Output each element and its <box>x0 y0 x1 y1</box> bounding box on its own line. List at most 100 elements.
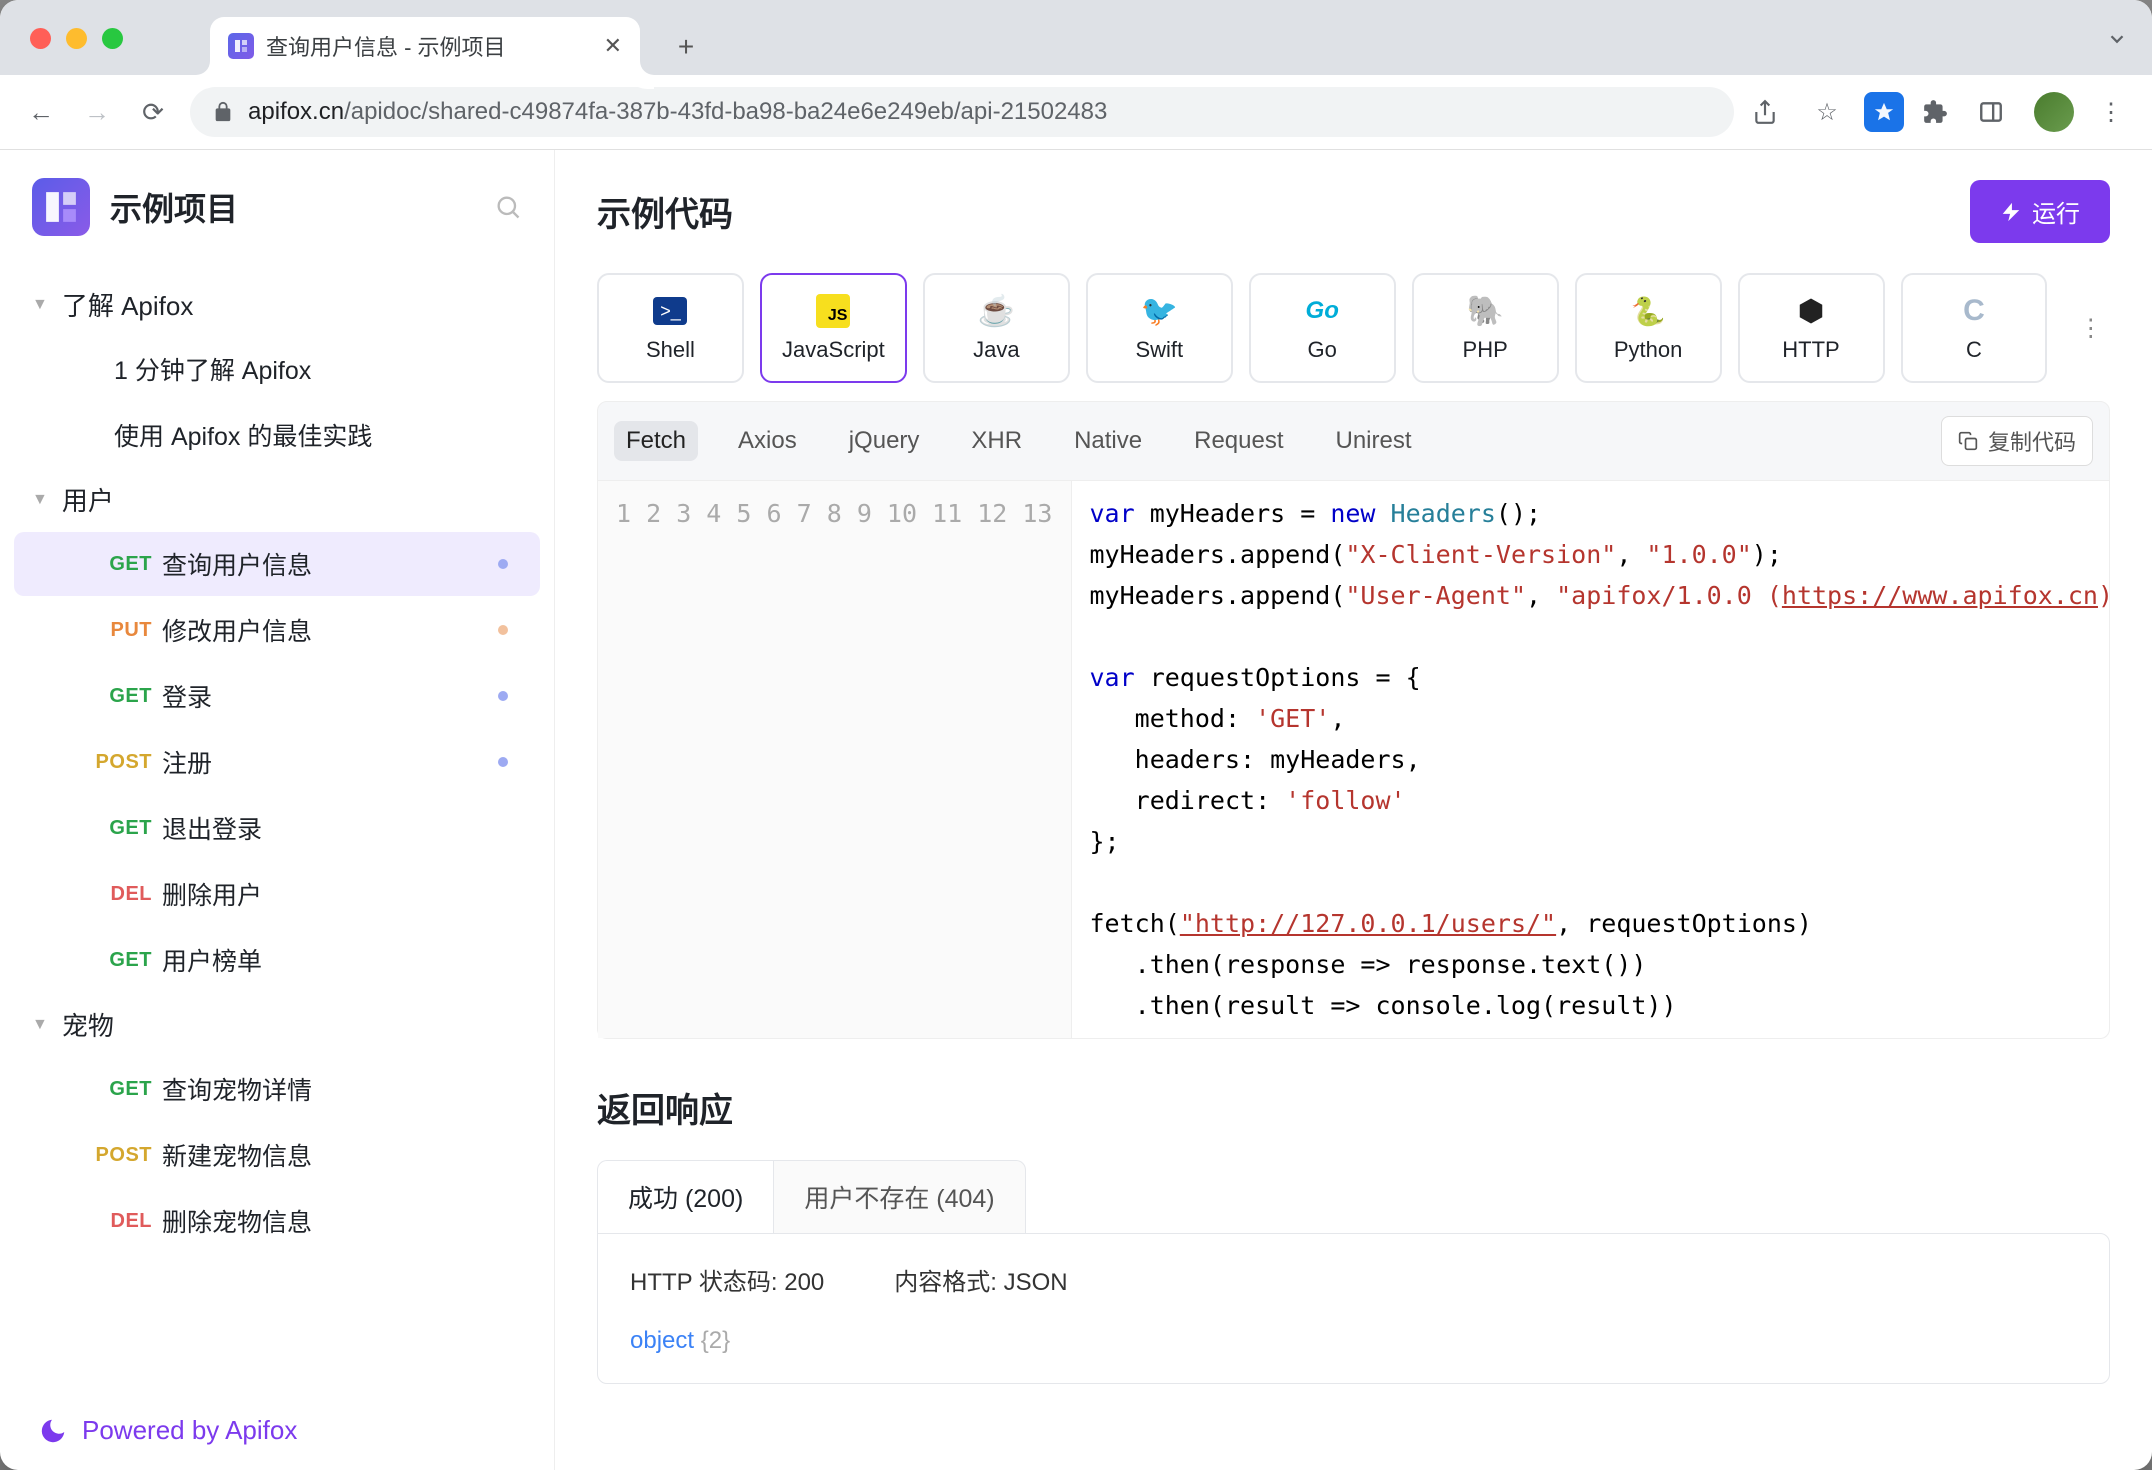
forward-button[interactable]: → <box>78 97 116 128</box>
lang-icon: >_ <box>652 293 688 329</box>
profile-avatar[interactable] <box>2034 92 2074 132</box>
api-item[interactable]: GET退出登录 <box>14 796 540 860</box>
group-label: 了解 Apifox <box>62 286 194 323</box>
lang-javascript[interactable]: JS JavaScript <box>760 273 907 383</box>
run-button[interactable]: 运行 <box>1970 180 2110 243</box>
code-sample: 1 2 3 4 5 6 7 8 9 10 11 12 13 var myHead… <box>597 481 2110 1039</box>
lang-label: Shell <box>646 337 695 363</box>
browser-menu-icon[interactable]: ⋮ <box>2092 98 2130 127</box>
tree-group[interactable]: ▼宠物 <box>0 994 554 1055</box>
lib-tab-jquery[interactable]: jQuery <box>837 421 932 461</box>
response-tab[interactable]: 用户不存在 (404) <box>774 1160 1025 1233</box>
close-tab-icon[interactable]: ✕ <box>604 33 622 59</box>
extension-apifox-icon[interactable] <box>1864 92 1904 132</box>
side-panel-icon[interactable] <box>1978 99 2016 125</box>
language-selector: >_ Shell JS JavaScript ☕ Java 🐦Swift Go Go 🐘PHP🐍P… <box>597 273 2110 383</box>
status-code: HTTP 状态码: 200 <box>630 1262 824 1297</box>
minimize-window[interactable] <box>66 28 87 49</box>
url-text: apifox.cn/apidoc/shared-c49874fa-387b-43… <box>248 98 1712 126</box>
item-label: 使用 Apifox 的最佳实践 <box>114 417 372 453</box>
lang-icon: Go <box>1304 293 1340 329</box>
item-label: 查询用户信息 <box>162 546 312 582</box>
favicon <box>228 33 254 59</box>
response-tabs: 成功 (200)用户不存在 (404) <box>597 1160 2110 1233</box>
response-body: HTTP 状态码: 200 内容格式: JSON object {2} <box>597 1233 2110 1384</box>
status-dot <box>498 757 508 767</box>
back-button[interactable]: ← <box>22 97 60 128</box>
library-tabs: Fetch Axios jQuery XHR Native Request Unirest 复… <box>597 401 2110 481</box>
lock-icon <box>212 101 234 123</box>
api-item[interactable]: GET登录 <box>14 664 540 728</box>
tab-title: 查询用户信息 - 示例项目 <box>266 30 506 62</box>
copy-code-button[interactable]: 复制代码 <box>1941 416 2093 466</box>
lang-icon: ☕ <box>978 293 1014 329</box>
code-content[interactable]: var myHeaders = new Headers(); myHeaders… <box>1072 481 2110 1038</box>
api-item[interactable]: GET用户榜单 <box>14 928 540 992</box>
doc-item[interactable]: 使用 Apifox 的最佳实践 <box>14 403 540 467</box>
lang-label: JavaScript <box>782 337 885 363</box>
maximize-window[interactable] <box>102 28 123 49</box>
lang-c[interactable]: CC <box>1901 273 2048 383</box>
lang-label: Go <box>1308 337 1337 363</box>
api-item[interactable]: POST注册 <box>14 730 540 794</box>
lib-tab-xhr[interactable]: XHR <box>959 421 1034 461</box>
lang-java[interactable]: ☕ Java <box>923 273 1070 383</box>
lib-tab-fetch[interactable]: Fetch <box>614 421 698 461</box>
share-icon[interactable] <box>1752 99 1790 125</box>
status-dot <box>498 691 508 701</box>
lang-label: Java <box>973 337 1019 363</box>
sidebar: 示例项目 ▼了解 Apifox1 分钟了解 Apifox使用 Apifox 的最… <box>0 150 555 1470</box>
api-item[interactable]: DEL删除宠物信息 <box>14 1189 540 1253</box>
address-bar[interactable]: apifox.cn/apidoc/shared-c49874fa-387b-43… <box>190 87 1734 137</box>
project-title: 示例项目 <box>110 184 474 230</box>
schema-root[interactable]: object {2} <box>630 1327 2077 1355</box>
bookmark-icon[interactable]: ☆ <box>1808 98 1846 127</box>
method-badge: GET <box>72 685 152 708</box>
lang-icon: 🐘 <box>1467 293 1503 329</box>
lib-tab-request[interactable]: Request <box>1182 421 1295 461</box>
lang-icon: JS <box>815 293 851 329</box>
lib-tab-axios[interactable]: Axios <box>726 421 809 461</box>
tree-group[interactable]: ▼了解 Apifox <box>0 274 554 335</box>
group-label: 用户 <box>62 481 114 518</box>
api-tree: ▼了解 Apifox1 分钟了解 Apifox使用 Apifox 的最佳实践▼用… <box>0 264 554 1391</box>
main-content: 示例代码 运行 >_ShellJSJavaScript☕Java🐦SwiftGo… <box>555 150 2152 1470</box>
lang-swift[interactable]: 🐦Swift <box>1086 273 1233 383</box>
api-item[interactable]: GET查询宠物详情 <box>14 1057 540 1121</box>
lib-tab-unirest[interactable]: Unirest <box>1324 421 1424 461</box>
lang-http[interactable]: HTTP <box>1738 273 1885 383</box>
lang-go[interactable]: Go Go <box>1249 273 1396 383</box>
tabs-menu-icon[interactable] <box>2106 28 2128 50</box>
powered-by-label: Powered by Apifox <box>82 1415 297 1446</box>
method-badge: GET <box>72 949 152 972</box>
more-languages-icon[interactable]: ⋮ <box>2071 314 2110 343</box>
status-dot <box>498 625 508 635</box>
browser-tab[interactable]: 查询用户信息 - 示例项目 ✕ <box>210 17 640 75</box>
lang-python[interactable]: 🐍Python <box>1575 273 1722 383</box>
powered-by-link[interactable]: Powered by Apifox <box>0 1391 554 1470</box>
item-label: 删除宠物信息 <box>162 1203 312 1239</box>
chevron-down-icon: ▼ <box>32 1016 48 1034</box>
lib-tab-native[interactable]: Native <box>1062 421 1154 461</box>
extensions-icon[interactable] <box>1922 99 1960 125</box>
lang-shell[interactable]: >_ Shell <box>597 273 744 383</box>
lang-php[interactable]: 🐘PHP <box>1412 273 1559 383</box>
lang-icon: 🐦 <box>1141 293 1177 329</box>
method-badge: GET <box>72 1078 152 1101</box>
status-dot <box>498 559 508 569</box>
line-numbers: 1 2 3 4 5 6 7 8 9 10 11 12 13 <box>598 481 1072 1038</box>
response-tab[interactable]: 成功 (200) <box>597 1160 774 1233</box>
api-item[interactable]: DEL删除用户 <box>14 862 540 926</box>
api-item[interactable]: PUT修改用户信息 <box>14 598 540 662</box>
search-icon[interactable] <box>494 193 522 221</box>
doc-item[interactable]: 1 分钟了解 Apifox <box>14 337 540 401</box>
lang-icon <box>1793 293 1829 329</box>
close-window[interactable] <box>30 28 51 49</box>
reload-button[interactable]: ⟳ <box>134 97 172 128</box>
new-tab-button[interactable]: + <box>662 23 710 71</box>
api-item[interactable]: POST新建宠物信息 <box>14 1123 540 1187</box>
tree-group[interactable]: ▼用户 <box>0 469 554 530</box>
api-item[interactable]: GET查询用户信息 <box>14 532 540 596</box>
browser-toolbar: ← → ⟳ apifox.cn/apidoc/shared-c49874fa-3… <box>0 75 2152 150</box>
item-label: 退出登录 <box>162 810 262 846</box>
